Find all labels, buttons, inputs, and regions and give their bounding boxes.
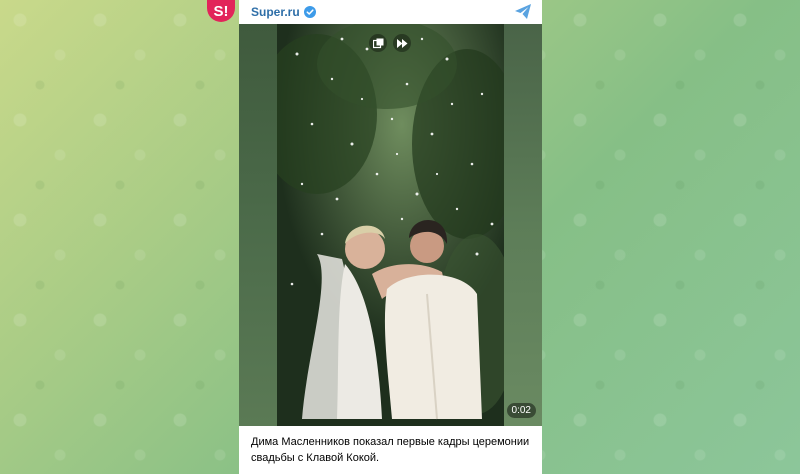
video-blur-right: [504, 24, 542, 426]
pip-button[interactable]: [369, 34, 387, 52]
channel-name[interactable]: Super.ru: [251, 5, 300, 19]
post-header: Super.ru: [239, 0, 542, 24]
video-blur-left: [239, 24, 277, 426]
video-player[interactable]: 0:02: [239, 24, 542, 426]
share-icon[interactable]: [514, 3, 532, 20]
video-frame: [277, 24, 504, 426]
post-caption: Дима Масленников показал первые кадры це…: [251, 436, 530, 464]
speed-button[interactable]: [393, 34, 411, 52]
verified-icon: [303, 6, 316, 18]
channel-post: Super.ru 0:02 Дима Масленников показал п…: [239, 0, 542, 474]
fast-forward-icon: [396, 38, 407, 48]
picture-in-picture-icon: [372, 38, 383, 48]
video-duration: 0:02: [506, 403, 536, 418]
